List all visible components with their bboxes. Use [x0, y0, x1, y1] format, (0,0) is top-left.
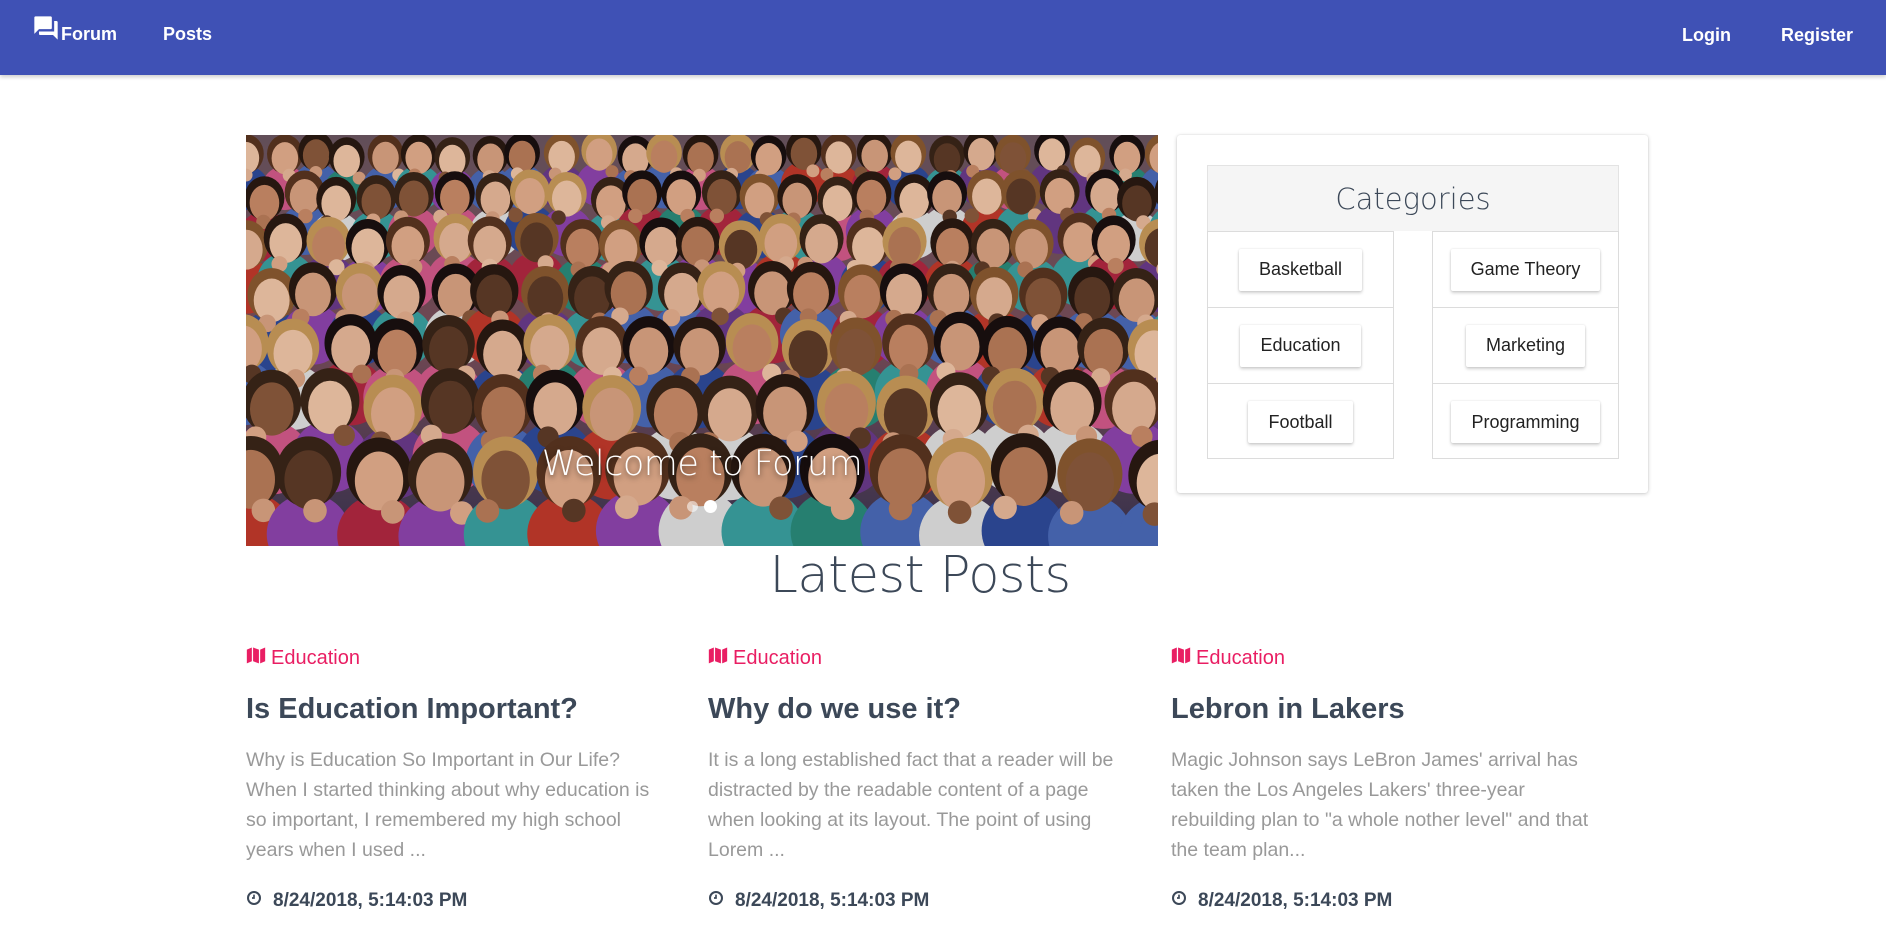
post-date-text: 8/24/2018, 5:14:03 PM: [1198, 890, 1393, 911]
post-date: 8/24/2018, 5:14:03 PM: [246, 890, 467, 912]
clock-icon: [246, 890, 273, 912]
category-cell: Football: [1208, 384, 1393, 460]
category-button-game-theory[interactable]: Game Theory: [1450, 248, 1601, 291]
post-date-text: 8/24/2018, 5:14:03 PM: [273, 890, 468, 911]
category-cell: Game Theory: [1433, 232, 1618, 308]
carousel-dot-1[interactable]: [687, 501, 698, 512]
map-icon: [1171, 645, 1196, 671]
carousel-dot-2[interactable]: [704, 500, 717, 513]
post-card: Education Lebron in Lakers Magic Johnson…: [1171, 645, 1591, 912]
clock-icon: [1171, 890, 1198, 912]
categories-column-left: Basketball Education Football: [1207, 231, 1394, 459]
post-date-text: 8/24/2018, 5:14:03 PM: [735, 890, 930, 911]
hero-caption: Welcome to Forum: [541, 444, 863, 484]
post-title[interactable]: Why do we use it?: [708, 692, 1128, 726]
post-excerpt: Magic Johnson says LeBron James' arrival…: [1171, 749, 1589, 861]
map-icon: [246, 645, 271, 671]
map-icon: [708, 645, 733, 671]
post-date: 8/24/2018, 5:14:03 PM: [708, 890, 929, 912]
brand-link[interactable]: Forum: [32, 14, 117, 44]
categories-card: Categories Basketball Education Football…: [1177, 135, 1648, 493]
category-button-education[interactable]: Education: [1240, 324, 1361, 367]
category-button-basketball[interactable]: Basketball: [1238, 248, 1363, 291]
categories-title: Categories: [1207, 165, 1619, 231]
category-cell: Education: [1208, 308, 1393, 384]
nav-register-link[interactable]: Register: [1781, 25, 1853, 46]
post-category-link[interactable]: Education: [1171, 645, 1591, 671]
post-date: 8/24/2018, 5:14:03 PM: [1171, 890, 1392, 912]
post-title[interactable]: Lebron in Lakers: [1171, 692, 1591, 726]
category-cell: Programming: [1433, 384, 1618, 460]
post-category-link[interactable]: Education: [708, 645, 1128, 671]
top-navbar: Forum Posts Login Register: [0, 0, 1886, 75]
post-category-label: Education: [271, 646, 360, 669]
nav-login-link[interactable]: Login: [1682, 25, 1731, 46]
latest-posts-heading: Latest Posts: [769, 546, 1071, 605]
category-button-marketing[interactable]: Marketing: [1465, 324, 1586, 367]
post-card: Education Why do we use it? It is a long…: [708, 645, 1128, 912]
category-button-programming[interactable]: Programming: [1451, 401, 1600, 443]
post-card: Education Is Education Important? Why is…: [246, 645, 666, 912]
post-excerpt: Why is Education So Important in Our Lif…: [246, 749, 650, 861]
carousel-indicators: [246, 500, 1158, 513]
category-cell: Basketball: [1208, 232, 1393, 308]
post-category-label: Education: [733, 646, 822, 669]
category-cell: Marketing: [1433, 308, 1618, 384]
nav-posts-link[interactable]: Posts: [163, 24, 212, 45]
post-title[interactable]: Is Education Important?: [246, 692, 666, 726]
category-button-football[interactable]: Football: [1248, 401, 1353, 443]
post-excerpt: It is a long established fact that a rea…: [708, 749, 1114, 861]
hero-carousel[interactable]: Welcome to Forum: [246, 135, 1158, 546]
categories-column-right: Game Theory Marketing Programming: [1432, 231, 1619, 459]
forum-icon: [32, 14, 60, 42]
post-category-label: Education: [1196, 646, 1285, 669]
clock-icon: [708, 890, 735, 912]
brand-name: Forum: [61, 24, 117, 44]
post-category-link[interactable]: Education: [246, 645, 666, 671]
crowd-photo: [246, 135, 1158, 546]
